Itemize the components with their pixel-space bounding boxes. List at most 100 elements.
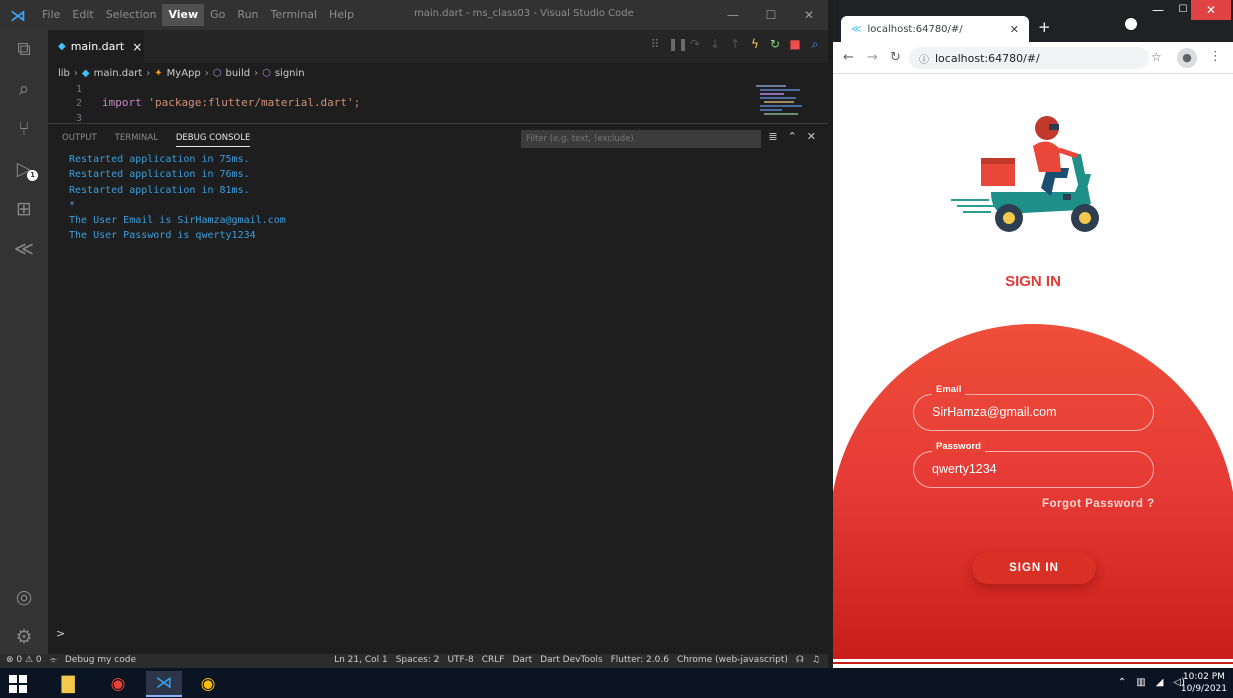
step-over-icon[interactable]: ↷ <box>688 37 702 52</box>
windows-start-icon[interactable] <box>9 675 27 693</box>
console-prompt[interactable]: > <box>56 627 65 640</box>
menu-view[interactable]: View <box>162 4 205 26</box>
run-debug-icon[interactable]: ▷ 1 <box>0 150 48 188</box>
extensions-icon[interactable]: ⊞ <box>0 190 48 228</box>
reload-icon[interactable]: ↻ <box>890 50 901 65</box>
tab-debug-console[interactable]: DEBUG CONSOLE <box>175 129 251 147</box>
dart-devtools[interactable]: Dart DevTools <box>540 655 603 665</box>
source-control-icon[interactable]: ⑂ <box>0 110 48 148</box>
menu-bar: File Edit Selection View Go Run Terminal… <box>36 0 360 30</box>
breadcrumb-file[interactable]: main.dart <box>94 68 143 79</box>
email-field[interactable]: Email <box>913 384 1154 431</box>
password-field[interactable]: Password <box>913 441 1154 488</box>
menu-go[interactable]: Go <box>204 4 231 26</box>
browser-tab[interactable]: ≪ localhost:64780/#/ ✕ <box>841 16 1029 42</box>
console-line: * <box>69 199 76 211</box>
account-icon[interactable]: ◎ <box>0 578 48 616</box>
forgot-password-link[interactable]: Forgot Password ? <box>1042 498 1155 510</box>
network-icon[interactable]: ▥ <box>1136 677 1145 688</box>
bookmark-star-icon[interactable]: ☆ <box>1151 50 1162 64</box>
debug-badge: 1 <box>27 170 38 181</box>
maximize-icon[interactable]: ☐ <box>1173 0 1193 20</box>
step-out-icon[interactable]: ↑ <box>728 37 742 52</box>
editor-tab-bar: ◆ main.dart × ⠿ ❚❚ ↷ ↓ ↑ ϟ ↻ ■ ⌕ <box>48 30 828 63</box>
minimap[interactable] <box>756 83 816 123</box>
breadcrumb-class[interactable]: MyApp <box>167 68 201 79</box>
menu-selection[interactable]: Selection <box>100 4 163 26</box>
system-clock[interactable]: 10:02 PM 10/9/2021 <box>1181 671 1227 695</box>
settings-gear-icon[interactable]: ⚙ <box>0 618 48 656</box>
close-icon[interactable]: ✕ <box>790 0 828 30</box>
flutter-version[interactable]: Flutter: 2.0.6 <box>611 655 669 665</box>
code-editor[interactable]: 1 2 import 'package:flutter/material.dart… <box>48 83 828 123</box>
notifications-icon[interactable]: ♫ <box>812 655 820 665</box>
tab-search-icon[interactable] <box>1125 18 1137 30</box>
back-arrow-icon[interactable]: ← <box>843 50 854 65</box>
activity-bar: ⧉ ⌕ ⑂ ▷ 1 ⊞ ≪ ◎ ⚙ <box>0 30 48 654</box>
maximize-panel-icon[interactable]: ⌃ <box>788 130 797 143</box>
menu-help[interactable]: Help <box>323 4 360 26</box>
line-endings[interactable]: CRLF <box>482 655 505 665</box>
flutter-app-viewport: SIGN IN Email Password Forgot Password ?… <box>833 74 1233 668</box>
sign-in-button[interactable]: SIGN IN <box>972 552 1096 584</box>
menu-file[interactable]: File <box>36 4 66 26</box>
pause-icon[interactable]: ❚❚ <box>668 37 688 52</box>
feedback-icon[interactable]: ☊ <box>796 655 804 665</box>
new-tab-icon[interactable]: + <box>1038 18 1051 36</box>
chevron-up-icon[interactable]: ⌃ <box>1118 677 1126 688</box>
step-into-icon[interactable]: ↓ <box>708 37 722 52</box>
maximize-icon[interactable]: ☐ <box>752 0 790 30</box>
indentation[interactable]: Spaces: 2 <box>396 655 440 665</box>
menu-edit[interactable]: Edit <box>66 4 99 26</box>
email-input[interactable] <box>932 405 1132 419</box>
address-bar[interactable]: ⓘ localhost:64780/#/ <box>909 47 1149 69</box>
chrome-icon[interactable]: ◉ <box>190 671 226 697</box>
info-icon[interactable]: ⓘ <box>919 51 929 66</box>
tab-terminal[interactable]: TERMINAL <box>115 133 158 143</box>
device-selector[interactable]: Chrome (web-javascript) <box>677 655 788 665</box>
delivery-scooter-illustration <box>951 116 1099 232</box>
tab-label: main.dart <box>70 40 125 53</box>
cursor-position[interactable]: Ln 21, Col 1 <box>334 655 388 665</box>
chrome-tab-strip: ≪ localhost:64780/#/ ✕ + — ☐ ✕ <box>833 0 1233 42</box>
tab-main-dart[interactable]: ◆ main.dart × <box>48 30 144 63</box>
close-tab-icon[interactable]: ✕ <box>1010 23 1019 36</box>
vscode-taskbar-icon[interactable]: ⋊ <box>146 671 182 697</box>
debug-session-label[interactable]: Debug my code <box>65 655 136 665</box>
breadcrumb-method[interactable]: build <box>226 68 251 79</box>
file-explorer-icon[interactable]: ▇ <box>50 671 86 697</box>
tab-close-icon[interactable]: × <box>132 40 142 54</box>
menu-run[interactable]: Run <box>231 4 264 26</box>
close-icon[interactable]: ✕ <box>1191 0 1231 20</box>
language-mode[interactable]: Dart <box>512 655 532 665</box>
hot-reload-icon[interactable]: ϟ <box>748 37 762 52</box>
flutter-icon[interactable]: ≪ <box>0 230 48 268</box>
debug-console-output: Restarted application in 75ms. Restarted… <box>69 152 286 244</box>
password-input[interactable] <box>932 462 1132 476</box>
search-icon[interactable]: ⌕ <box>0 70 48 108</box>
explorer-icon[interactable]: ⧉ <box>0 30 48 68</box>
drag-handle-icon[interactable]: ⠿ <box>648 37 662 52</box>
stop-icon[interactable]: ■ <box>788 37 802 52</box>
minimize-icon[interactable]: — <box>1143 0 1173 20</box>
restart-icon[interactable]: ↻ <box>768 37 782 52</box>
problems-indicator[interactable]: ⊗ 0 ⚠ 0 <box>6 655 42 665</box>
console-filter-input[interactable] <box>521 130 761 148</box>
forward-arrow-icon[interactable]: → <box>867 50 878 65</box>
system-tray: ⌃ ▥ ◢ ◁) <box>1118 677 1185 688</box>
breadcrumb-lib[interactable]: lib <box>58 68 70 79</box>
signal-icon[interactable]: ◢ <box>1156 677 1164 688</box>
chrome-icon[interactable]: ◉ <box>100 671 136 697</box>
close-panel-icon[interactable]: ✕ <box>807 130 816 143</box>
menu-terminal[interactable]: Terminal <box>265 4 324 26</box>
profile-avatar-icon[interactable]: ● <box>1177 48 1197 68</box>
minimize-icon[interactable]: — <box>714 0 752 30</box>
breadcrumb-symbol[interactable]: signin <box>275 68 305 79</box>
clear-console-icon[interactable]: ≣ <box>768 130 777 143</box>
inspect-icon[interactable]: ⌕ <box>808 37 822 52</box>
encoding[interactable]: UTF-8 <box>447 655 473 665</box>
code-line: 3 <box>48 110 748 123</box>
menu-kebab-icon[interactable]: ⋮ <box>1209 49 1222 64</box>
tab-output[interactable]: OUTPUT <box>62 133 97 143</box>
chevron-right-icon: › <box>204 67 209 79</box>
